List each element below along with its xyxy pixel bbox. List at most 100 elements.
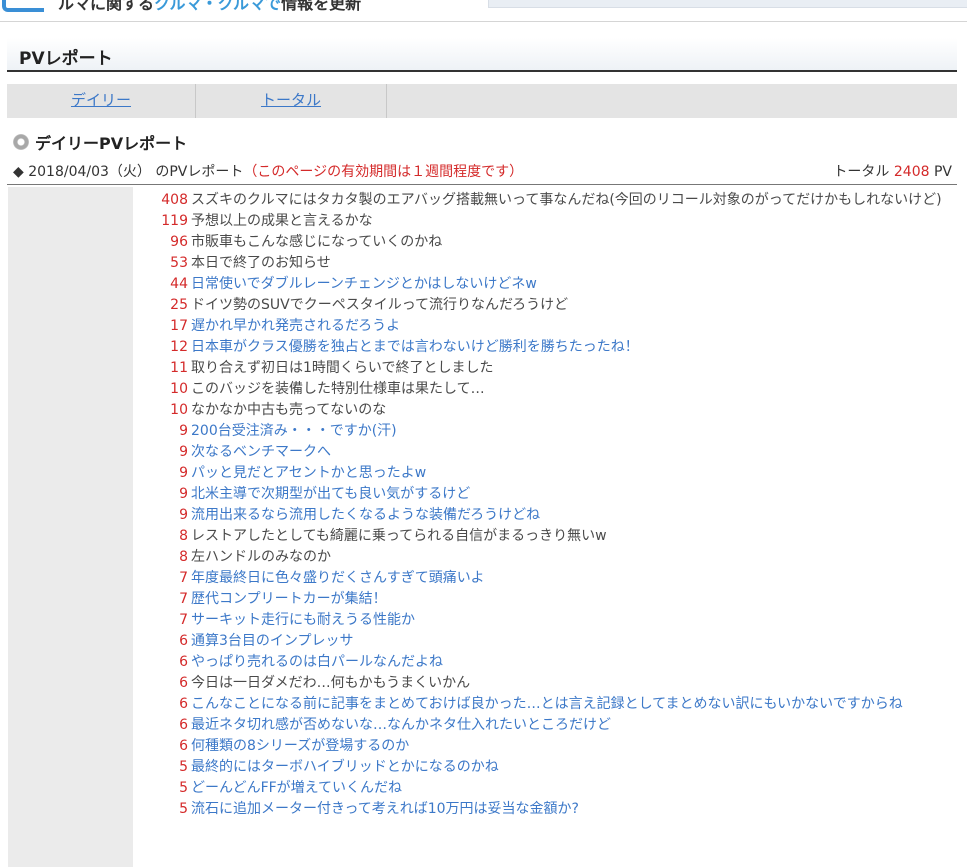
article-title-link[interactable]: 日本車がクラス優勝を独占とまでは言わないけど勝利を勝ちたったね！	[191, 337, 952, 357]
list-item: 44 日常使いでダブルレーンチェンジとかはしないけどネw	[134, 274, 952, 294]
list-item: 119 予想以上の成果と言えるかな	[134, 211, 952, 231]
pv-count: 9	[179, 444, 188, 460]
list-item: 6 やっぱり売れるのは白パールなんだよね	[134, 652, 952, 672]
site-header: ルマに関するクルマ・クルマで情報を更新	[0, 0, 967, 22]
article-title-link[interactable]: 200台受注済み・・・ですか(汗)	[191, 421, 952, 441]
pv-count: 9	[179, 423, 188, 439]
article-title-link[interactable]: 日常使いでダブルレーンチェンジとかはしないけどネw	[191, 274, 952, 294]
pv-count: 6	[179, 675, 188, 691]
list-item: 5 最終的にはターボハイブリッドとかになるのかね	[134, 757, 952, 777]
pv-count: 6	[179, 696, 188, 712]
daily-report-heading: デイリーPVレポート	[13, 130, 187, 154]
pv-count: 12	[170, 339, 188, 355]
list-item: 6 何種類の8シリーズが登場するのか	[134, 736, 952, 756]
pv-count: 6	[179, 738, 188, 754]
list-item: 7 サーキット走行にも耐えうる性能か	[134, 610, 952, 630]
report-date-text: ◆ 2018/04/03（火） のPVレポート	[13, 164, 244, 180]
pv-entry-list: 408 スズキのクルマにはタカタ製のエアバッグ搭載無いって事なんだね(今回のリコー…	[134, 190, 952, 820]
total-pv: トータル 2408 PV	[833, 161, 952, 181]
total-value: 2408	[893, 164, 930, 180]
list-item: 25 ドイツ勢のSUVでクーペスタイルって流行りなんだろうけど	[134, 295, 952, 315]
list-item: 10 なかなか中古も売ってないのな	[134, 400, 952, 420]
tab-total[interactable]: トータル	[196, 84, 387, 118]
list-item: 6 今日は一日ダメだわ…何もかもうまくいかん	[134, 673, 952, 693]
article-title-link[interactable]: 流用出来るなら流用したくなるような装備だろうけどね	[191, 505, 952, 525]
article-title-link[interactable]: 流石に追加メーター付きって考えれば10万円は妥当な金額か?	[191, 799, 952, 819]
pv-count: 5	[179, 780, 188, 796]
header-divider	[0, 21, 967, 22]
article-title-link[interactable]: 最終的にはターボハイブリッドとかになるのかね	[191, 757, 952, 777]
pv-count: 6	[179, 654, 188, 670]
pv-count: 11	[170, 360, 188, 376]
list-item: 8 レストアしたとしても綺麗に乗ってられる自信がまるっきり無いw	[134, 526, 952, 546]
list-item: 11 取り合えず初日は1時間くらいで終了としました	[134, 358, 952, 378]
pv-count: 8	[179, 549, 188, 565]
article-title-link[interactable]: ドイツ勢のSUVでクーペスタイルって流行りなんだろうけど	[191, 295, 952, 315]
validity-note: （このページの有効期間は１週間程度です）	[243, 164, 524, 180]
article-title-link[interactable]: サーキット走行にも耐えうる性能か	[191, 610, 952, 630]
article-title-link[interactable]: 遅かれ早かれ発売されるだろうよ	[191, 316, 952, 336]
tab-daily[interactable]: デイリー	[7, 84, 196, 118]
pv-count: 17	[170, 318, 188, 334]
pv-count: 8	[179, 528, 188, 544]
article-title-link[interactable]: このバッジを装備した特別仕様車は果たして…	[191, 379, 952, 399]
list-item: 7 歴代コンプリートカーが集結！	[134, 589, 952, 609]
date-divider	[7, 184, 957, 185]
site-tagline[interactable]: ルマに関するクルマ・クルマで情報を更新	[58, 0, 361, 14]
pv-count: 9	[179, 507, 188, 523]
pv-count: 44	[170, 276, 188, 292]
report-tabs: デイリー トータル	[7, 84, 957, 118]
total-unit: PV	[933, 164, 952, 180]
article-title-link[interactable]: 次なるベンチマークへ	[191, 442, 952, 462]
list-item: 9 北米主導で次期型が出ても良い気がするけど	[134, 484, 952, 504]
article-title-link[interactable]: 何種類の8シリーズが登場するのか	[191, 736, 952, 756]
pv-count: 7	[179, 612, 188, 628]
site-logo-icon[interactable]	[2, 0, 44, 12]
pv-count: 7	[179, 570, 188, 586]
tagline-part: 情報を更新	[281, 0, 362, 13]
article-title-link[interactable]: スズキのクルマにはタカタ製のエアバッグ搭載無いって事なんだね(今回のリコール対象…	[191, 190, 952, 210]
list-item: 6 通算3台目のインプレッサ	[134, 631, 952, 651]
page-title: PVレポート	[19, 49, 113, 69]
article-title-link[interactable]: 通算3台目のインプレッサ	[191, 631, 952, 651]
list-item: 5 どーんどんFFが増えていくんだね	[134, 778, 952, 798]
list-item: 7 年度最終日に色々盛りだくさんすぎて頭痛いよ	[134, 568, 952, 588]
article-title-link[interactable]: 歴代コンプリートカーが集結！	[191, 589, 952, 609]
article-title-link[interactable]: 今日は一日ダメだわ…何もかもうまくいかん	[191, 673, 952, 693]
pv-count: 53	[170, 255, 188, 271]
tagline-highlight: クルマ・クルマで	[154, 0, 282, 13]
article-title-link[interactable]: やっぱり売れるのは白パールなんだよね	[191, 652, 952, 672]
article-title-link[interactable]: どーんどんFFが増えていくんだね	[191, 778, 952, 798]
header-search-box[interactable]	[488, 0, 967, 8]
pv-count: 7	[179, 591, 188, 607]
article-title-link[interactable]: 本日で終了のお知らせ	[191, 253, 952, 273]
pv-count: 9	[179, 486, 188, 502]
list-item: 6 最近ネタ切れ感が否めないな…なんかネタ仕入れたいところだけど	[134, 715, 952, 735]
list-item: 53 本日で終了のお知らせ	[134, 253, 952, 273]
article-title-link[interactable]: 左ハンドルのみなのか	[191, 547, 952, 567]
pv-count: 9	[179, 465, 188, 481]
list-item: 9 流用出来るなら流用したくなるような装備だろうけどね	[134, 505, 952, 525]
article-title-link[interactable]: 年度最終日に色々盛りだくさんすぎて頭痛いよ	[191, 568, 952, 588]
list-item: 6 こんなことになる前に記事をまとめておけば良かった…とは言え記録としてまとめない…	[134, 694, 952, 714]
list-item: 10 このバッジを装備した特別仕様車は果たして…	[134, 379, 952, 399]
total-label: トータル	[833, 164, 890, 180]
article-title-link[interactable]: 市販車もこんな感じになっていくのかね	[191, 232, 952, 252]
article-title-link[interactable]: 取り合えず初日は1時間くらいで終了としました	[191, 358, 952, 378]
tab-daily-link[interactable]: デイリー	[71, 91, 131, 109]
pv-count: 5	[179, 801, 188, 817]
article-title-link[interactable]: 予想以上の成果と言えるかな	[191, 211, 952, 231]
article-title-link[interactable]: レストアしたとしても綺麗に乗ってられる自信がまるっきり無いw	[191, 526, 952, 546]
article-title-link[interactable]: 最近ネタ切れ感が否めないな…なんかネタ仕入れたいところだけど	[191, 715, 952, 735]
pv-count: 25	[170, 297, 188, 313]
pv-count: 96	[170, 234, 188, 250]
article-title-link[interactable]: こんなことになる前に記事をまとめておけば良かった…とは言え記録としてまとめない訳…	[191, 694, 952, 714]
article-title-link[interactable]: 北米主導で次期型が出ても良い気がするけど	[191, 484, 952, 504]
pv-count: 10	[170, 402, 188, 418]
pv-count: 408	[161, 192, 188, 208]
article-title-link[interactable]: なかなか中古も売ってないのな	[191, 400, 952, 420]
article-title-link[interactable]: パッと見だとアセントかと思ったよw	[191, 463, 952, 483]
tab-total-link[interactable]: トータル	[261, 91, 321, 109]
list-item: 17 遅かれ早かれ発売されるだろうよ	[134, 316, 952, 336]
pv-report-header: PVレポート	[7, 38, 957, 72]
